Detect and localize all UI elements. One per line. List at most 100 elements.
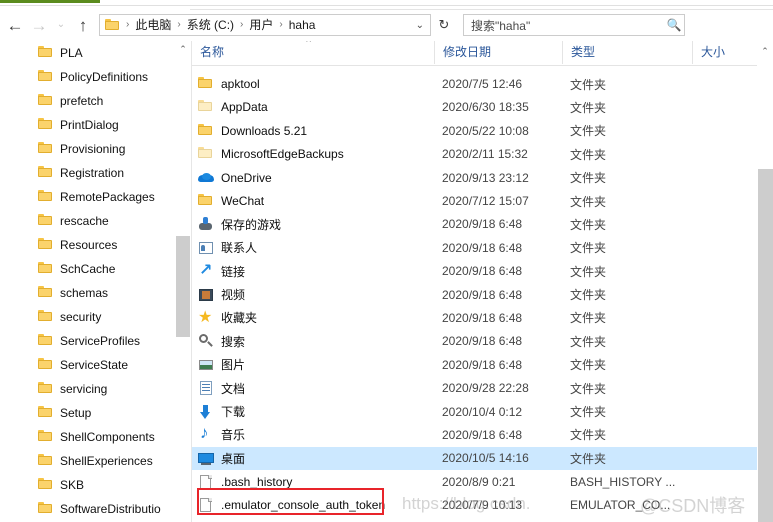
folder-icon: [38, 213, 54, 229]
scrollbar-thumb[interactable]: [758, 169, 773, 522]
sidebar-item-label: rescache: [60, 214, 109, 228]
table-row[interactable]: apktool 2020/7/5 12:46 文件夹: [192, 72, 757, 95]
explorer-body: PLA PolicyDefinitions prefetch PrintDialog P…: [0, 41, 773, 522]
file-name-cell[interactable]: 搜索: [192, 333, 434, 350]
videos-film-icon: [198, 287, 214, 303]
sidebar-item-setup[interactable]: Setup: [0, 401, 175, 425]
table-row[interactable]: OneDrive 2020/9/13 23:12 文件夹: [192, 166, 757, 189]
sidebar-item-shellexperiences[interactable]: ShellExperiences: [0, 449, 175, 473]
file-name-cell[interactable]: 视频: [192, 286, 434, 303]
file-name-cell[interactable]: Downloads 5.21: [192, 123, 434, 139]
table-row[interactable]: .emulator_console_auth_token 2020/7/9 10:…: [192, 493, 757, 516]
table-row[interactable]: 文档 2020/9/28 22:28 文件夹: [192, 376, 757, 399]
table-row[interactable]: Downloads 5.21 2020/5/22 10:08 文件夹: [192, 119, 757, 142]
sidebar-item-security[interactable]: security: [0, 305, 175, 329]
sidebar-item-printdialog[interactable]: PrintDialog: [0, 113, 175, 137]
active-tab-accent-bar: [0, 0, 100, 3]
file-name-cell[interactable]: 下载: [192, 403, 434, 420]
sidebar-item-skb[interactable]: SKB: [0, 473, 175, 497]
breadcrumb[interactable]: › 此电脑 › 系统 (C:) › 用户 › haha ⌄: [99, 14, 431, 36]
breadcrumb-item-3[interactable]: haha: [286, 15, 319, 35]
navigation-pane-scrollbar[interactable]: ⌃: [175, 41, 191, 522]
sidebar-item-remotepackages[interactable]: RemotePackages: [0, 185, 175, 209]
file-name-cell[interactable]: 桌面: [192, 450, 434, 467]
sidebar-item-shellcomponents[interactable]: ShellComponents: [0, 425, 175, 449]
back-icon[interactable]: ←: [3, 11, 27, 39]
file-name-cell[interactable]: .bash_history: [192, 474, 434, 490]
breadcrumb-item-0[interactable]: 此电脑: [132, 15, 174, 35]
column-header-size[interactable]: 大小: [692, 41, 752, 64]
column-header-date-modified[interactable]: 修改日期: [434, 41, 562, 64]
table-row[interactable]: MicrosoftEdgeBackups 2020/2/11 15:32 文件夹: [192, 143, 757, 166]
table-row[interactable]: 视频 2020/9/18 6:48 文件夹: [192, 283, 757, 306]
folder-icon: [198, 123, 214, 139]
scroll-up-icon[interactable]: ⌃: [757, 43, 773, 59]
sidebar-item-registration[interactable]: Registration: [0, 161, 175, 185]
table-row[interactable]: 音乐 2020/9/18 6:48 文件夹: [192, 423, 757, 446]
sidebar-item-pla[interactable]: PLA: [0, 41, 175, 65]
refresh-icon[interactable]: ↻: [433, 14, 455, 36]
table-row[interactable]: 保存的游戏 2020/9/18 6:48 文件夹: [192, 213, 757, 236]
file-name-cell[interactable]: 文档: [192, 380, 434, 397]
table-row[interactable]: 链接 2020/9/18 6:48 文件夹: [192, 260, 757, 283]
breadcrumb-item-1[interactable]: 系统 (C:): [184, 15, 237, 35]
sidebar-item-schemas[interactable]: schemas: [0, 281, 175, 305]
sidebar-item-servicestate[interactable]: ServiceState: [0, 353, 175, 377]
table-row[interactable]: .gitconfig2020/8/5 20:39GITCONFIG 文件: [192, 517, 757, 522]
links-arrow-icon: [198, 263, 214, 280]
file-name-cell[interactable]: [192, 65, 434, 69]
navigation-pane: PLA PolicyDefinitions prefetch PrintDialog P…: [0, 41, 175, 522]
table-row[interactable]: 桌面 2020/10/5 14:16 文件夹: [192, 446, 757, 471]
sidebar-item-softwaredistributio[interactable]: SoftwareDistributio: [0, 497, 175, 521]
file-name-cell[interactable]: MicrosoftEdgeBackups: [192, 146, 434, 162]
file-name-cell[interactable]: 图片: [192, 356, 434, 373]
search-icon[interactable]: 🔍: [664, 18, 684, 32]
sidebar-item-prefetch[interactable]: prefetch: [0, 89, 175, 113]
file-name-cell[interactable]: .emulator_console_auth_token: [192, 497, 434, 513]
file-list-scrollbar[interactable]: ⌃: [757, 41, 773, 522]
sidebar-item-resources[interactable]: Resources: [0, 233, 175, 257]
file-name-cell[interactable]: apktool: [192, 76, 434, 92]
table-row[interactable]: WeChat 2020/7/12 15:07 文件夹: [192, 189, 757, 212]
table-row[interactable]: 收藏夹 2020/9/18 6:48 文件夹: [192, 306, 757, 329]
file-name-cell[interactable]: 收藏夹: [192, 309, 434, 326]
breadcrumb-chevron-down-icon[interactable]: ⌄: [416, 20, 424, 31]
table-row[interactable]: 下载 2020/10/4 0:12 文件夹: [192, 400, 757, 423]
file-date-cell: 2020/9/18 6:48: [442, 287, 523, 302]
table-row[interactable]: .bash_history 2020/8/9 0:21 BASH_HISTORY .…: [192, 470, 757, 493]
table-row[interactable]: [192, 65, 757, 72]
file-date-cell: 2020/9/18 6:48: [442, 217, 523, 232]
forward-icon[interactable]: →: [27, 11, 51, 39]
folder-icon: [38, 453, 54, 469]
sidebar-item-servicing[interactable]: servicing: [0, 377, 175, 401]
sidebar-item-serviceprofiles[interactable]: ServiceProfiles: [0, 329, 175, 353]
file-name-cell[interactable]: OneDrive: [192, 170, 434, 186]
file-name-cell[interactable]: 音乐: [192, 426, 434, 443]
file-name-cell[interactable]: 联系人: [192, 239, 434, 256]
table-row[interactable]: AppData 2020/6/30 18:35 文件夹: [192, 96, 757, 119]
column-header-type[interactable]: 类型: [562, 41, 692, 64]
sidebar-item-label: security: [60, 310, 102, 324]
sidebar-item-label: Registration: [60, 166, 125, 180]
file-name-cell[interactable]: 保存的游戏: [192, 216, 434, 233]
up-icon[interactable]: ↑: [71, 11, 95, 39]
table-row[interactable]: 联系人 2020/9/18 6:48 文件夹: [192, 236, 757, 259]
search-input[interactable]: 搜索"haha" 🔍: [463, 14, 685, 36]
sidebar-item-policydefinitions[interactable]: PolicyDefinitions: [0, 65, 175, 89]
file-type-cell: 文件夹: [570, 171, 607, 186]
file-name-cell[interactable]: WeChat: [192, 193, 434, 209]
sidebar-item-provisioning[interactable]: Provisioning: [0, 137, 175, 161]
sidebar-item-label: PolicyDefinitions: [60, 70, 149, 84]
table-row[interactable]: 搜索 2020/9/18 6:48 文件夹: [192, 330, 757, 353]
scroll-up-icon[interactable]: ⌃: [175, 41, 191, 58]
breadcrumb-item-2[interactable]: 用户: [246, 15, 276, 35]
file-name-cell[interactable]: 链接: [192, 263, 434, 280]
saved-games-icon: [198, 216, 214, 232]
sidebar-item-schcache[interactable]: SchCache: [0, 257, 175, 281]
scrollbar-thumb[interactable]: [176, 236, 190, 337]
recent-locations-chevron-down-icon[interactable]: ⌄: [51, 11, 71, 39]
table-row[interactable]: 图片 2020/9/18 6:48 文件夹: [192, 353, 757, 376]
file-name-cell[interactable]: AppData: [192, 99, 434, 115]
sidebar-item-rescache[interactable]: rescache: [0, 209, 175, 233]
file-type-cell: 文件夹: [570, 264, 607, 279]
